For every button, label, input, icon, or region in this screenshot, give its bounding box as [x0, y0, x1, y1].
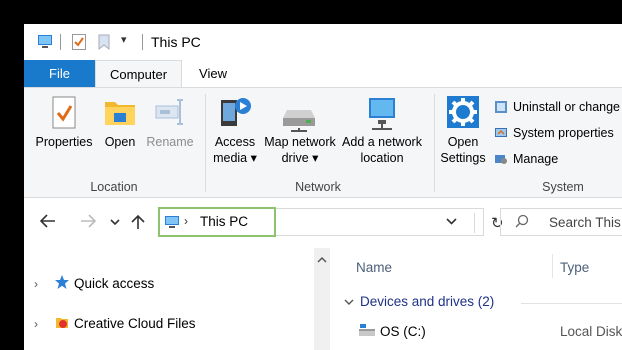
recent-locations-button[interactable]	[110, 214, 120, 232]
ribbon: Properties Open Rename Location Access m…	[24, 87, 622, 198]
properties-icon	[34, 96, 94, 134]
group-header-devices[interactable]: Devices and drives (2)	[344, 294, 494, 309]
back-button[interactable]	[39, 214, 56, 233]
tab-file[interactable]: File	[24, 60, 95, 88]
map-network-drive-button[interactable]: Map network drive ▾	[260, 94, 340, 166]
new-folder-icon[interactable]	[98, 34, 110, 53]
open-settings-line1: Open	[447, 135, 479, 149]
nav-item-label: Quick access	[74, 276, 155, 291]
group-header-label: Devices and drives (2)	[360, 294, 495, 309]
creative-cloud-icon	[54, 314, 70, 333]
add-network-location-icon	[340, 94, 424, 134]
address-path: This PC	[200, 214, 249, 229]
content-pane: Name Type Devices and drives (2) OS (C:)…	[330, 248, 622, 350]
drive-row[interactable]: OS (C:) Local Disk	[330, 322, 622, 344]
system-properties-button[interactable]: System properties	[494, 126, 614, 140]
access-media-line2: media ▾	[213, 151, 257, 165]
scroll-up-icon[interactable]	[317, 252, 327, 267]
window-title: This PC	[151, 34, 201, 50]
breadcrumb-chevron-icon: ›	[184, 214, 188, 228]
expand-chevron-icon[interactable]: ›	[34, 317, 50, 331]
add-network-location-line1: Add a network	[342, 135, 422, 149]
tab-computer[interactable]: Computer	[95, 60, 182, 88]
properties-check-icon[interactable]	[72, 34, 86, 53]
manage-label: Manage	[513, 152, 559, 166]
properties-button[interactable]: Properties	[34, 96, 94, 150]
map-network-drive-icon	[260, 94, 340, 134]
customize-dropdown-icon[interactable]: ▾	[121, 33, 127, 46]
open-folder-icon	[100, 96, 140, 134]
add-network-location-line2: location	[360, 151, 404, 165]
open-label: Open	[104, 135, 136, 149]
ribbon-tabs: File Computer View	[24, 60, 622, 88]
drive-icon	[358, 324, 376, 341]
map-network-drive-line2: drive ▾	[281, 151, 319, 165]
navigation-scrollbar[interactable]	[314, 248, 330, 350]
chevron-down-icon	[344, 294, 354, 309]
uninstall-or-change-label: Uninstall or change	[513, 100, 621, 114]
forward-button[interactable]	[80, 214, 97, 233]
search-placeholder: Search This	[549, 215, 621, 230]
nav-item-creative-cloud[interactable]: › Creative Cloud Files	[34, 314, 196, 333]
uninstall-or-change-button[interactable]: Uninstall or change	[494, 100, 620, 114]
access-media-button[interactable]: Access media ▾	[210, 94, 260, 166]
up-button[interactable]	[131, 214, 145, 235]
navigation-pane: › Quick access › Creative Cloud Files	[24, 248, 312, 350]
address-row: › This PC ↻ Search This	[24, 198, 622, 248]
access-media-line1: Access	[214, 135, 256, 149]
open-settings-button[interactable]: Open Settings	[438, 94, 488, 166]
back-arrow-icon	[39, 214, 55, 228]
map-network-drive-line1: Map network	[264, 135, 336, 149]
nav-item-label: Creative Cloud Files	[74, 316, 196, 331]
refresh-button[interactable]	[474, 213, 475, 233]
drive-name: OS (C:)	[380, 324, 426, 339]
this-pc-icon[interactable]	[36, 34, 54, 53]
tab-view[interactable]: View	[182, 60, 244, 88]
up-arrow-icon	[131, 214, 145, 229]
star-icon	[54, 274, 70, 293]
nav-item-quick-access[interactable]: › Quick access	[34, 274, 154, 293]
open-settings-line2: Settings	[440, 151, 486, 165]
location-group-label: Location	[90, 180, 138, 194]
add-network-location-button[interactable]: Add a network location	[340, 94, 424, 166]
drive-type: Local Disk	[560, 324, 622, 339]
address-bar-extension[interactable]	[276, 208, 484, 236]
uninstall-icon	[494, 100, 508, 114]
chevron-down-icon	[446, 218, 457, 225]
chevron-down-icon	[110, 219, 120, 226]
title-bar: ▾ This PC	[24, 24, 622, 60]
forward-arrow-icon	[81, 214, 97, 228]
search-icon	[515, 214, 529, 231]
rename-icon	[145, 96, 195, 134]
expand-chevron-icon[interactable]: ›	[34, 277, 50, 291]
address-bar[interactable]: › This PC	[158, 207, 276, 237]
properties-label: Properties	[35, 135, 93, 149]
column-header-name[interactable]: Name	[356, 260, 392, 275]
column-header-type[interactable]: Type	[560, 260, 589, 275]
gear-icon	[438, 94, 488, 134]
rename-label: Rename	[146, 135, 194, 149]
network-group-label: Network	[295, 180, 341, 194]
rename-button: Rename	[145, 96, 195, 150]
system-properties-label: System properties	[513, 126, 614, 140]
address-dropdown-button[interactable]	[446, 215, 457, 230]
search-box[interactable]: Search This	[500, 208, 622, 236]
system-properties-icon	[494, 126, 508, 140]
manage-button[interactable]: Manage	[494, 152, 558, 166]
this-pc-small-icon	[164, 215, 180, 232]
manage-icon	[494, 152, 508, 166]
file-explorer-window: ▾ This PC File Computer View Properties …	[24, 24, 622, 350]
open-button[interactable]: Open	[100, 96, 140, 150]
system-group-label: System	[542, 180, 584, 194]
access-media-icon	[210, 94, 260, 134]
